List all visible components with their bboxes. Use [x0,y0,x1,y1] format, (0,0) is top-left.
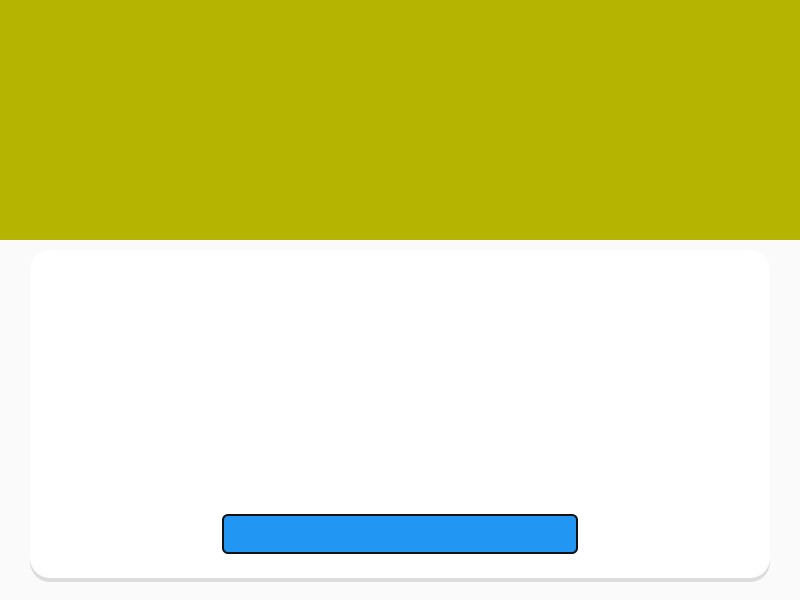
lead-paragraph [50,358,750,390]
detail-paragraph [50,403,750,463]
primary-action-button[interactable] [222,514,578,554]
content-card [30,250,770,578]
page-title [30,268,770,312]
hero-banner [0,0,800,240]
